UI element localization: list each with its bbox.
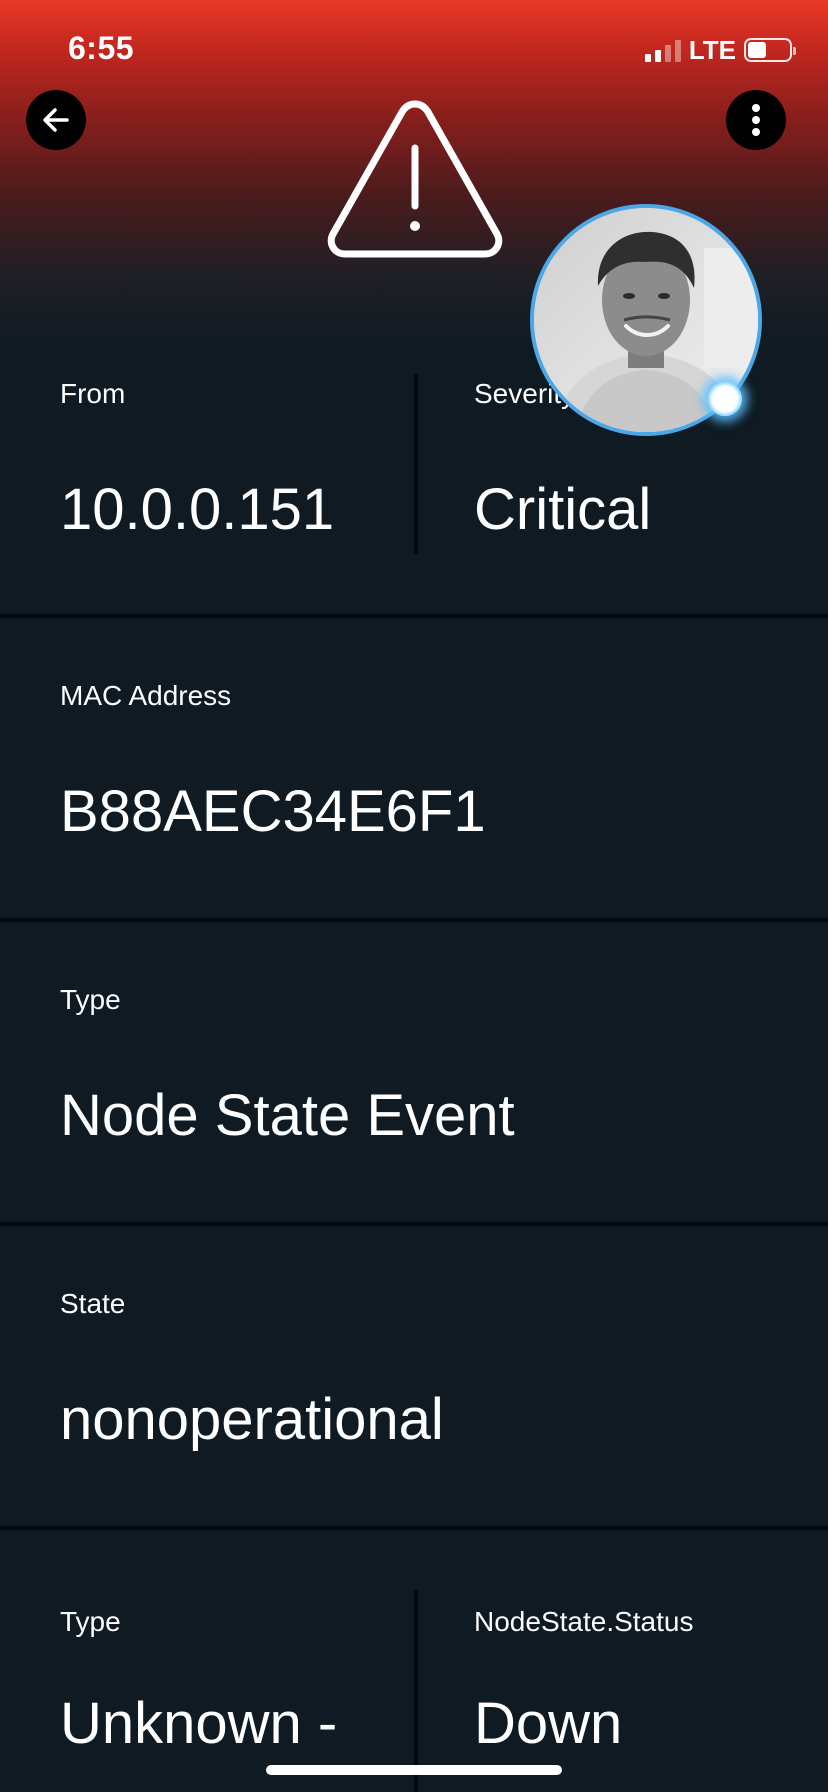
alert-detail-screen: 6:55 LTE From 10.0.0.151 Severity Critic… xyxy=(0,0,828,1792)
type-row: Type Node State Event xyxy=(0,922,828,1226)
arrow-left-icon xyxy=(43,108,69,132)
home-indicator[interactable] xyxy=(266,1765,562,1775)
network-type: LTE xyxy=(688,34,736,65)
mac-address-row: MAC Address B88AEC34E6F1 xyxy=(0,618,828,922)
more-vertical-icon xyxy=(752,104,760,136)
battery-level xyxy=(748,42,766,58)
severity-value: Critical xyxy=(474,477,652,542)
cellular-signal-icon xyxy=(644,38,681,62)
from-field: From 10.0.0.151 xyxy=(0,358,414,614)
node-status-value: Down xyxy=(474,1691,623,1756)
battery-icon xyxy=(744,38,796,62)
presence-indicator xyxy=(708,382,742,416)
status-bar: 6:55 LTE xyxy=(0,0,828,100)
type-value: Node State Event xyxy=(60,1083,515,1148)
type2-label: Type xyxy=(60,1606,121,1637)
state-value: nonoperational xyxy=(60,1387,444,1452)
more-options-button[interactable] xyxy=(726,90,786,150)
type-status-row: Type Unknown - NodeState.Status Down xyxy=(0,1530,828,1792)
warning-triangle-icon xyxy=(327,100,503,258)
node-status-field: NodeState.Status Down xyxy=(414,1530,828,1792)
status-indicators: LTE xyxy=(644,34,796,65)
node-status-label: NodeState.Status xyxy=(474,1606,694,1637)
mac-address-value: B88AEC34E6F1 xyxy=(60,779,486,844)
alert-details: From 10.0.0.151 Severity Critical MAC Ad… xyxy=(0,358,828,1792)
back-button[interactable] xyxy=(26,90,86,150)
state-label: State xyxy=(60,1288,126,1319)
type2-field: Type Unknown - xyxy=(0,1530,414,1792)
state-row: State nonoperational xyxy=(0,1226,828,1530)
type2-value: Unknown - xyxy=(60,1691,338,1756)
mac-address-label: MAC Address xyxy=(60,680,232,711)
type-label: Type xyxy=(60,984,121,1015)
status-time: 6:55 xyxy=(68,30,135,66)
from-value: 10.0.0.151 xyxy=(60,477,335,542)
from-label: From xyxy=(60,378,126,409)
